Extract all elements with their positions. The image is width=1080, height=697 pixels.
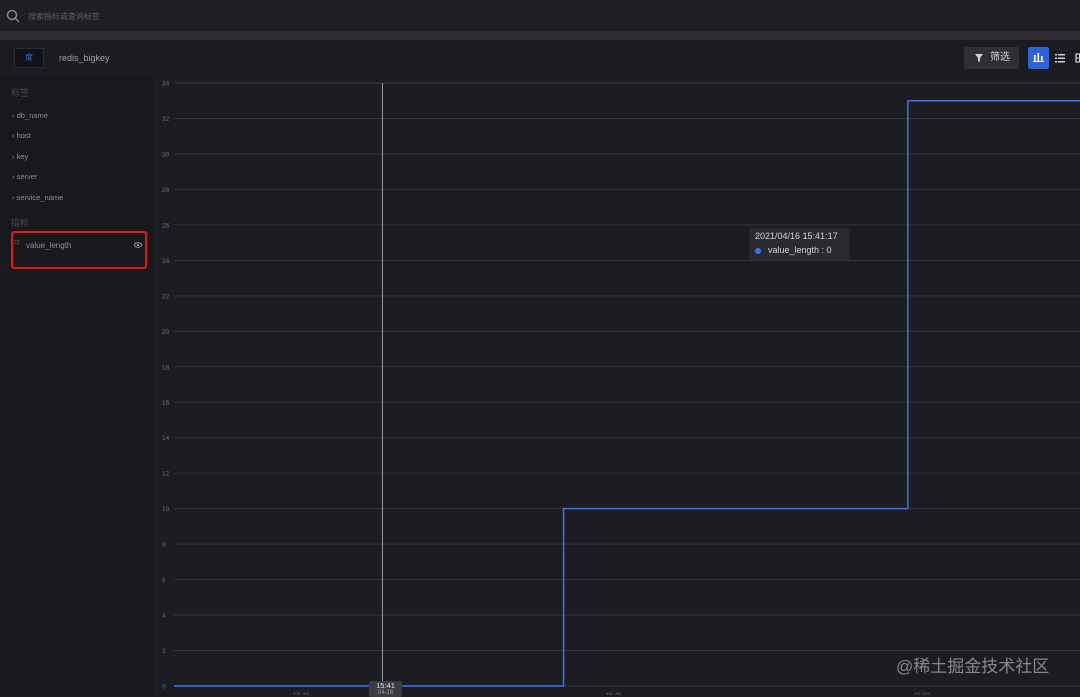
table-view-button[interactable] — [1071, 47, 1080, 69]
y-tick-label: 0 — [162, 684, 166, 691]
table-icon — [1075, 53, 1080, 63]
metric-title: redis_bigkey — [59, 53, 110, 63]
y-tick-label: 4 — [162, 613, 166, 620]
metrics-heading: 指标 — [11, 218, 30, 228]
watermark: @稀土掘金技术社区 — [896, 657, 1050, 676]
cursor-date: 04-16 — [377, 690, 394, 696]
y-tick-label: 20 — [162, 329, 170, 336]
metric-badge: 度 — [14, 48, 44, 68]
y-tick-label: 18 — [162, 364, 170, 371]
metric-header — [0, 40, 1080, 78]
y-tick-label: 26 — [162, 222, 170, 229]
tag-label: service_name — [16, 193, 64, 202]
tag-label: server — [16, 172, 38, 181]
divider — [0, 32, 1080, 40]
series-color-dot — [755, 248, 761, 254]
search-icon — [6, 9, 20, 23]
list-view-button[interactable] — [1051, 47, 1069, 69]
tag-label: db_name — [16, 111, 48, 120]
number-type-icon: 23 — [14, 240, 20, 246]
y-tick-label: 14 — [162, 435, 170, 442]
cursor-time: 15:41 — [376, 681, 395, 690]
filter-button-label: 筛选 — [990, 52, 1010, 63]
y-tick-label: 10 — [162, 506, 170, 513]
y-tick-label: 22 — [162, 293, 170, 300]
tag-item-service-name[interactable]: › service_name — [12, 193, 63, 202]
tag-item-host[interactable]: › host — [12, 131, 31, 140]
y-tick-label: 34 — [162, 81, 170, 88]
list-icon — [1055, 54, 1065, 63]
tag-item-db-name[interactable]: › db_name — [12, 111, 48, 120]
bar-chart-icon — [1033, 53, 1044, 62]
y-tick-label: 32 — [162, 116, 170, 123]
funnel-icon — [975, 54, 983, 62]
tooltip-time: 2021/04/16 15:41:17 — [755, 231, 838, 241]
search-bar[interactable]: 搜索指标或查询标签 — [0, 0, 1080, 32]
tag-label: key — [16, 152, 29, 161]
y-tick-label: 12 — [162, 471, 170, 478]
metric-item-value-length[interactable]: 23 value_length — [11, 231, 147, 269]
sidebar — [0, 78, 154, 695]
y-tick-label: 28 — [162, 187, 170, 194]
y-tick-label: 2 — [162, 648, 166, 655]
chart-view-button[interactable] — [1028, 47, 1049, 69]
tooltip-value: value_length : 0 — [768, 245, 832, 255]
tags-heading: 标签 — [11, 88, 30, 98]
search-input-placeholder[interactable]: 搜索指标或查询标签 — [28, 11, 100, 22]
tag-item-server[interactable]: › server — [12, 172, 37, 181]
tag-label: host — [16, 131, 31, 140]
y-tick-label: 6 — [162, 577, 166, 584]
metric-label: value_length — [26, 241, 72, 250]
y-tick-label: 30 — [162, 151, 170, 158]
y-tick-label: 8 — [162, 542, 166, 549]
time-series-chart[interactable]: 024681012141618202224262830323415:4015:4… — [154, 78, 1080, 695]
chart-svg: 024681012141618202224262830323415:4015:4… — [162, 81, 1080, 695]
chart-tooltip: 2021/04/16 15:41:17 value_length : 0 — [749, 228, 849, 260]
filter-button[interactable]: 筛选 — [964, 47, 1019, 69]
tag-item-key[interactable]: › key — [12, 152, 28, 161]
eye-icon[interactable] — [134, 242, 142, 248]
y-tick-label: 24 — [162, 258, 170, 265]
series-line-value_length — [174, 99, 1080, 687]
y-tick-label: 16 — [162, 400, 170, 407]
